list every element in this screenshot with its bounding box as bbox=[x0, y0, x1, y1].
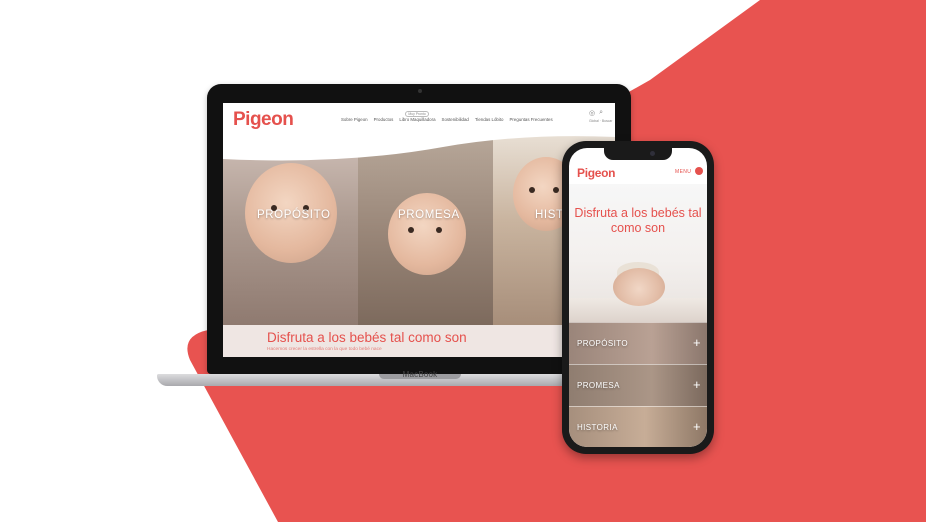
menu-icon[interactable] bbox=[695, 167, 703, 175]
panel-label: PROMESA bbox=[398, 209, 460, 221]
header-icon-labels: Global · Buscar bbox=[589, 119, 613, 123]
baby-eye bbox=[529, 187, 535, 193]
phone-notch bbox=[604, 148, 672, 160]
phone-screen: Pigeon MENU Disfruta a los bebés tal com… bbox=[569, 148, 707, 447]
hero-subtagline: Hacemos crecer la estrella con la que to… bbox=[267, 347, 382, 352]
baby-eye bbox=[408, 227, 414, 233]
globe-icon[interactable]: ◎ bbox=[589, 109, 595, 117]
baby-image bbox=[388, 193, 466, 275]
baby-eye bbox=[553, 187, 559, 193]
mobile-row-proposito[interactable]: PROPÓSITO + bbox=[569, 322, 707, 364]
laptop-camera bbox=[418, 89, 422, 93]
main-nav: Sobre Pigeon Productos Muy Pronto Libro … bbox=[341, 111, 553, 122]
header-icons: ◎ ⌕ bbox=[589, 109, 603, 117]
plus-icon[interactable]: + bbox=[693, 377, 701, 392]
mobile-row-label: PROMESA bbox=[577, 381, 620, 390]
plus-icon[interactable]: + bbox=[693, 335, 701, 350]
mobile-tagline: Disfruta a los bebés tal como son bbox=[574, 206, 702, 235]
mobile-pigeon-logo[interactable]: Pigeon bbox=[577, 166, 616, 180]
mobile-row-promesa[interactable]: PROMESA + bbox=[569, 364, 707, 406]
hero-wave bbox=[223, 135, 615, 161]
pigeon-logo[interactable]: Pigeon bbox=[233, 109, 294, 131]
laptop-screen: Pigeon Sobre Pigeon Productos Muy Pronto… bbox=[223, 103, 615, 357]
nav-item-tiendas[interactable]: Tiendas Lóbito bbox=[475, 117, 504, 122]
nav-item-libro[interactable]: Muy Pronto Libro Maquilladora bbox=[399, 111, 436, 122]
plus-icon[interactable]: + bbox=[693, 419, 701, 434]
hero-panels: PROPÓSITO PROMESA HISTORIA bbox=[223, 135, 615, 325]
nav-item-sostenibilidad[interactable]: Sostenibilidad bbox=[442, 117, 469, 122]
mobile-menu-label[interactable]: MENU bbox=[675, 169, 691, 175]
tagline-bar: Disfruta a los bebés tal como son Hacemo… bbox=[223, 325, 615, 357]
mobile-row-historia[interactable]: HISTORIA + bbox=[569, 406, 707, 447]
nav-badge-soon: Muy Pronto bbox=[405, 111, 429, 117]
nav-item-sobre-pigeon[interactable]: Sobre Pigeon bbox=[341, 117, 368, 122]
baby-eye bbox=[436, 227, 442, 233]
hero-tagline: Disfruta a los bebés tal como son bbox=[267, 330, 467, 345]
search-icon[interactable]: ⌕ bbox=[599, 109, 603, 117]
panel-label: PROPÓSITO bbox=[257, 209, 331, 221]
mobile-row-label: HISTORIA bbox=[577, 423, 618, 432]
sleeping-baby-image bbox=[613, 268, 665, 306]
mobile-row-label: PROPÓSITO bbox=[577, 339, 629, 348]
nav-item-preguntas[interactable]: Preguntas Frecuentes bbox=[510, 117, 553, 122]
site-header: Pigeon Sobre Pigeon Productos Muy Pronto… bbox=[223, 103, 615, 135]
phone-camera bbox=[650, 151, 655, 156]
nav-item-libro-label: Libro Maquilladora bbox=[399, 117, 436, 122]
laptop-brand-label: MacBook bbox=[402, 370, 438, 379]
nav-item-productos[interactable]: Productos bbox=[374, 117, 394, 122]
